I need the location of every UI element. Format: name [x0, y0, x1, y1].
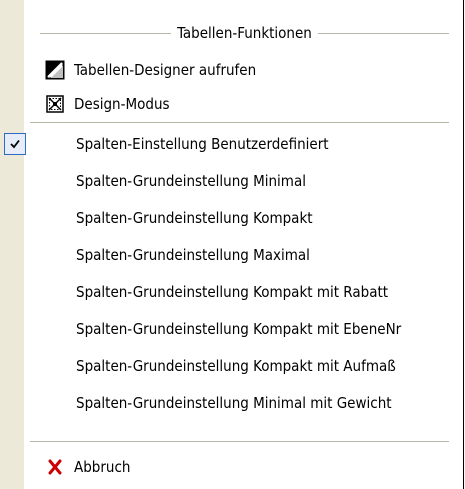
menu-separator [30, 122, 449, 123]
menu-section-header: Tabellen-Funktionen [40, 19, 449, 47]
menu-item-label: Spalten-Grundeinstellung Kompakt mit Ebe… [76, 320, 402, 338]
menu-item-column-compact-level[interactable]: Spalten-Grundeinstellung Kompakt mit Ebe… [30, 311, 459, 347]
menu-item-label: Spalten-Grundeinstellung Kompakt mit Auf… [76, 357, 396, 375]
menu-item-column-compact-discount[interactable]: Spalten-Grundeinstellung Kompakt mit Rab… [30, 274, 459, 310]
context-menu: Tabellen-Funktionen Tabellen-Designer au… [0, 0, 464, 489]
menu-item-column-compact[interactable]: Spalten-Grundeinstellung Kompakt [30, 200, 459, 236]
menu-item-column-minimal-weight[interactable]: Spalten-Grundeinstellung Minimal mit Gew… [30, 385, 459, 421]
checkmark-box [4, 133, 26, 155]
menu-item-cancel[interactable]: Abbruch [30, 449, 459, 485]
menu-item-label: Spalten-Grundeinstellung Kompakt mit Rab… [76, 283, 389, 301]
menu-icon-gutter [0, 0, 24, 489]
menu-separator [30, 441, 449, 442]
menu-item-column-maximal[interactable]: Spalten-Grundeinstellung Maximal [30, 237, 459, 273]
menu-item-label: Design-Modus [74, 95, 170, 113]
menu-item-column-compact-measure[interactable]: Spalten-Grundeinstellung Kompakt mit Auf… [30, 348, 459, 384]
menu-item-label: Abbruch [74, 458, 131, 476]
menu-item-design-mode[interactable]: Design-Modus [30, 86, 459, 122]
header-line-right [317, 32, 449, 34]
menu-item-label: Spalten-Einstellung Benutzerdefiniert [76, 135, 329, 153]
menu-item-column-custom[interactable]: Spalten-Einstellung Benutzerdefiniert [30, 126, 459, 162]
menu-item-label: Spalten-Grundeinstellung Maximal [76, 246, 310, 264]
menu-header-title: Tabellen-Funktionen [177, 24, 312, 42]
red-x-icon [44, 456, 66, 478]
menu-item-label: Spalten-Grundeinstellung Kompakt [76, 209, 313, 227]
menu-item-label: Tabellen-Designer aufrufen [74, 61, 257, 79]
checkmark-icon [10, 139, 20, 149]
menu-item-label: Spalten-Grundeinstellung Minimal mit Gew… [76, 394, 392, 412]
menu-item-label: Spalten-Grundeinstellung Minimal [76, 172, 306, 190]
menu-item-table-designer[interactable]: Tabellen-Designer aufrufen [30, 52, 459, 88]
header-line-left [40, 32, 172, 34]
menu-item-column-minimal[interactable]: Spalten-Grundeinstellung Minimal [30, 163, 459, 199]
table-designer-icon [44, 59, 66, 81]
design-mode-icon [44, 93, 66, 115]
